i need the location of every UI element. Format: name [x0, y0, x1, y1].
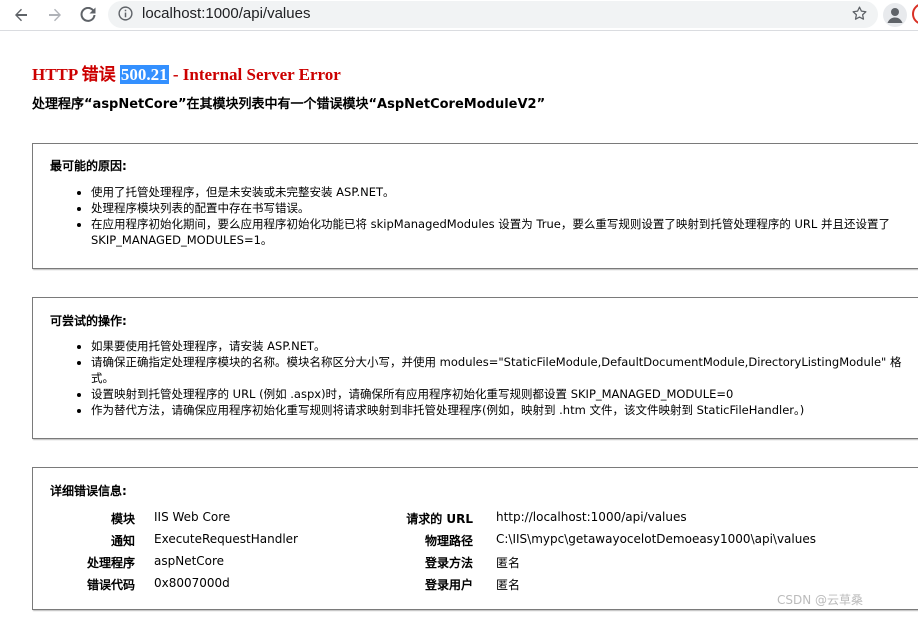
detail-value: IIS Web Core: [154, 510, 231, 524]
detail-label: 通知: [110, 534, 135, 548]
list-item: 请确保正确指定处理程序模块的名称。模块名称区分大小写，并使用 modules="…: [91, 354, 918, 386]
watermark: CSDN @云草桑: [777, 593, 864, 607]
bookmark-star-icon[interactable]: [851, 5, 868, 26]
error-title-suffix: - Internal Server Error: [168, 65, 341, 84]
detail-value: aspNetCore: [154, 554, 225, 568]
arrow-right-icon: [49, 8, 61, 22]
detail-value: 0x8007000d: [154, 576, 230, 590]
detail-label: 处理程序: [86, 556, 135, 570]
extension-icon[interactable]: [912, 3, 918, 25]
detail-label: 请求的 URL: [406, 512, 473, 526]
detail-label: 登录用户: [424, 578, 473, 592]
url-text[interactable]: localhost:1000/api/values: [142, 5, 310, 22]
reload-button[interactable]: [75, 2, 101, 28]
details-panel: 详细错误信息: 模块 IIS Web Core 通知 ExecuteReques…: [32, 467, 918, 610]
causes-panel: 最可能的原因: 使用了托管处理程序，但是未安装或未完整安装 ASP.NET。 处…: [32, 143, 918, 269]
list-item: 使用了托管处理程序，但是未安装或未完整安装 ASP.NET。: [91, 184, 918, 200]
detail-value: 匿名: [496, 556, 521, 570]
error-title: HTTP 错误 500.21 - Internal Server Error: [32, 60, 341, 85]
list-item: 如果要使用托管处理程序，请安装 ASP.NET。: [91, 338, 918, 354]
detail-value: 匿名: [496, 578, 521, 592]
list-item: 处理程序模块列表的配置中存在书写错误。: [91, 200, 918, 216]
error-code-selected: 500.21: [119, 65, 169, 84]
details-heading: 详细错误信息:: [50, 484, 127, 498]
browser-toolbar: localhost:1000/api/values: [0, 0, 918, 31]
causes-heading: 最可能的原因:: [50, 159, 127, 173]
causes-list: 使用了托管处理程序，但是未安装或未完整安装 ASP.NET。 处理程序模块列表的…: [77, 184, 918, 248]
person-icon: [887, 8, 903, 23]
list-item: 在应用程序初始化期间，要么应用程序初始化功能已将 skipManagedModu…: [91, 216, 918, 248]
list-item: 作为替代方法，请确保应用程序初始化重写规则将请求映射到非托管处理程序(例如，映射…: [91, 402, 918, 418]
arrow-left-icon: [15, 8, 27, 22]
detail-value: http://localhost:1000/api/values: [496, 510, 687, 524]
info-icon[interactable]: [118, 6, 133, 25]
detail-label: 模块: [110, 512, 135, 526]
detail-value: ExecuteRequestHandler: [154, 532, 298, 546]
reload-icon: [80, 7, 96, 22]
detail-label: 错误代码: [86, 578, 135, 592]
actions-heading: 可尝试的操作:: [50, 314, 127, 328]
list-item: 设置映射到托管处理程序的 URL (例如 .aspx)时，请确保所有应用程序初始…: [91, 386, 918, 402]
profile-avatar[interactable]: [883, 3, 907, 27]
forward-button[interactable]: [42, 2, 68, 28]
detail-label: 物理路径: [424, 534, 473, 548]
error-title-prefix: HTTP 错误: [32, 65, 120, 84]
error-subtitle: 处理程序“aspNetCore”在其模块列表中有一个错误模块“AspNetCor…: [32, 97, 546, 112]
actions-panel: 可尝试的操作: 如果要使用托管处理程序，请安装 ASP.NET。 请确保正确指定…: [32, 297, 918, 439]
detail-label: 登录方法: [424, 556, 473, 570]
actions-list: 如果要使用托管处理程序，请安装 ASP.NET。 请确保正确指定处理程序模块的名…: [77, 338, 918, 418]
detail-value: C:\IIS\mypc\getawayocelotDemoeasy1000\ap…: [496, 532, 816, 546]
back-button[interactable]: [8, 2, 34, 28]
address-bar[interactable]: localhost:1000/api/values: [108, 1, 878, 28]
